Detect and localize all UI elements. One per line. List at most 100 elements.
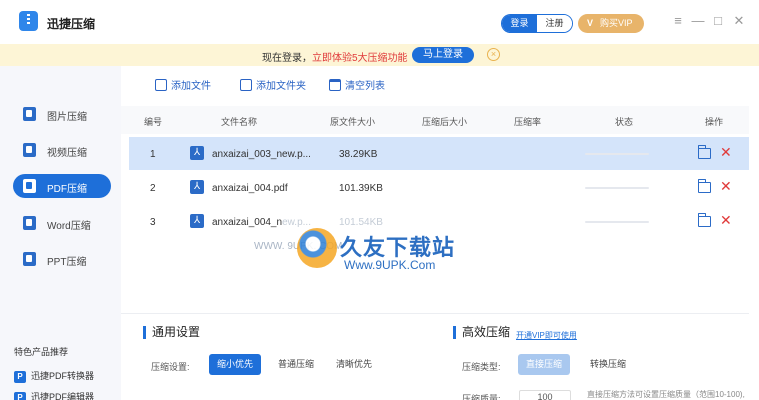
vip-link[interactable]: 开通VIP即可使用 (516, 330, 577, 341)
featured-title: 特色产品推荐 (14, 347, 69, 357)
column-header: 编号 (144, 117, 163, 127)
file-name-faded: ew.p... (282, 217, 311, 228)
settings-divider (121, 313, 749, 314)
sidebar-item-ppt[interactable]: PPT压缩 (13, 247, 111, 271)
sidebar-item-label: PPT压缩 (47, 257, 87, 268)
featured-label: 迅捷PDF编辑器 (31, 392, 95, 400)
sidebar-item-label: Word压缩 (47, 221, 91, 232)
pdf-file-icon: ⅄ (190, 146, 204, 160)
vip-icon: V (587, 18, 594, 28)
add-file-button[interactable]: 添加文件 (155, 77, 211, 92)
auth-switch: 登录 注册 (501, 14, 573, 33)
sidebar-item-label: 视频压缩 (47, 148, 87, 159)
featured-pdf-editor[interactable]: P 迅捷PDF编辑器 (14, 390, 94, 400)
status-progress (585, 187, 649, 189)
table-header: 编号 文件名称 原文件大小 压缩后大小 压缩率 状态 操作 (121, 106, 749, 134)
register-button[interactable]: 注册 (537, 15, 572, 32)
pdf-file-icon: ⅄ (190, 214, 204, 228)
add-folder-label: 添加文件夹 (256, 81, 306, 92)
pdf-converter-icon: P (14, 370, 26, 383)
ppt-icon (23, 252, 36, 266)
watermark-url: Www.9UPK.Com (344, 258, 436, 272)
column-header: 压缩率 (514, 117, 542, 127)
login-button[interactable]: 登录 (502, 15, 537, 32)
add-folder-button[interactable]: 添加文件夹 (240, 77, 306, 92)
original-size: 101.39KB (339, 183, 383, 194)
sidebar-item-label: 图片压缩 (47, 112, 87, 123)
pdf-editor-icon: P (14, 391, 26, 400)
quality-input[interactable]: 100 (519, 390, 571, 400)
sidebar-item-video[interactable]: 视频压缩 (13, 138, 111, 162)
trash-icon (329, 79, 341, 91)
video-icon (23, 143, 36, 157)
minimize-icon[interactable]: — (690, 12, 706, 30)
buy-vip-button[interactable]: V 购买VIP (578, 14, 644, 33)
delete-icon[interactable]: ✕ (720, 178, 732, 195)
sidebar-item-image[interactable]: 图片压缩 (13, 102, 111, 126)
maximize-icon[interactable]: □ (710, 12, 726, 30)
sidebar: 图片压缩 视频压缩 PDF压缩 Word压缩 PPT压缩 特色产品推荐 P 迅捷P… (0, 66, 121, 400)
notice-close-icon[interactable]: × (487, 48, 500, 61)
login-notice-bar: 现在登录，立即体验5大压缩功能 马上登录 × (0, 44, 759, 66)
word-icon (23, 216, 36, 230)
add-folder-icon (240, 79, 252, 91)
original-size: 101.54KB (339, 217, 383, 228)
column-header: 原文件大小 (330, 117, 376, 127)
quality-label: 压缩质量: (462, 394, 501, 400)
title-bar: 迅捷压缩 登录 注册 V 购买VIP ≡ — □ ✕ (0, 0, 759, 44)
image-icon (23, 107, 36, 121)
efficient-compress-title: 高效压缩 (453, 326, 510, 339)
table-row[interactable]: 1 ⅄ anxaizai_003_new.p... 38.29KB ✕ (129, 137, 749, 170)
file-name: anxaizai_003_new.p... (212, 149, 311, 160)
row-index: 1 (150, 149, 156, 160)
close-icon[interactable]: ✕ (731, 12, 747, 30)
notice-highlight: 立即体验5大压缩功能 (312, 53, 408, 64)
type-direct[interactable]: 直接压缩 (518, 354, 570, 375)
folder-icon[interactable] (697, 145, 711, 159)
buy-vip-label: 购买VIP (600, 18, 633, 28)
type-convert[interactable]: 转换压缩 (582, 354, 634, 375)
menu-icon[interactable]: ≡ (670, 12, 686, 30)
option-small-first[interactable]: 缩小优先 (209, 354, 261, 375)
file-name: anxaizai_004_new.p... (212, 217, 311, 228)
original-size: 38.29KB (339, 149, 378, 160)
file-name-start: anxaizai_004_n (212, 217, 283, 228)
app-title: 迅捷压缩 (47, 17, 96, 31)
status-progress (585, 153, 649, 155)
row-index: 2 (150, 183, 156, 194)
column-header: 操作 (705, 117, 724, 127)
notice-prefix: 现在登录， (262, 53, 312, 64)
watermark-logo (297, 228, 337, 268)
clear-list-button[interactable]: 清空列表 (329, 77, 385, 92)
pdf-icon (23, 179, 36, 193)
pdf-file-icon: ⅄ (190, 180, 204, 194)
column-header: 压缩后大小 (422, 117, 468, 127)
app-logo-icon (19, 11, 38, 31)
quality-hint: 直接压缩方法可设置压缩质量（范围10-100), (587, 390, 745, 399)
login-now-button[interactable]: 马上登录 (412, 47, 474, 63)
notice-text: 现在登录，立即体验5大压缩功能 (262, 49, 408, 64)
delete-icon[interactable]: ✕ (720, 144, 732, 161)
featured-pdf-converter[interactable]: P 迅捷PDF转换器 (14, 369, 94, 383)
add-file-icon (155, 79, 167, 91)
table-row[interactable]: 2 ⅄ anxaizai_004.pdf 101.39KB ✕ (129, 171, 749, 204)
folder-icon[interactable] (697, 213, 711, 227)
sidebar-item-label: PDF压缩 (47, 184, 87, 195)
delete-icon[interactable]: ✕ (720, 212, 732, 229)
sidebar-item-word[interactable]: Word压缩 (13, 211, 111, 235)
add-file-label: 添加文件 (171, 81, 211, 92)
clear-list-label: 清空列表 (345, 81, 385, 92)
folder-icon[interactable] (697, 179, 711, 193)
row-index: 3 (150, 217, 156, 228)
compress-setting-label: 压缩设置: (151, 362, 190, 372)
compress-type-label: 压缩类型: (462, 362, 501, 372)
column-header: 文件名称 (221, 117, 258, 127)
column-header: 状态 (615, 117, 634, 127)
option-clear-first[interactable]: 清晰优先 (328, 354, 380, 375)
sidebar-item-pdf[interactable]: PDF压缩 (13, 174, 111, 198)
general-settings-title: 通用设置 (143, 326, 200, 339)
featured-label: 迅捷PDF转换器 (31, 371, 95, 381)
file-name: anxaizai_004.pdf (212, 183, 288, 194)
option-normal[interactable]: 普通压缩 (270, 354, 322, 375)
status-progress (585, 221, 649, 223)
